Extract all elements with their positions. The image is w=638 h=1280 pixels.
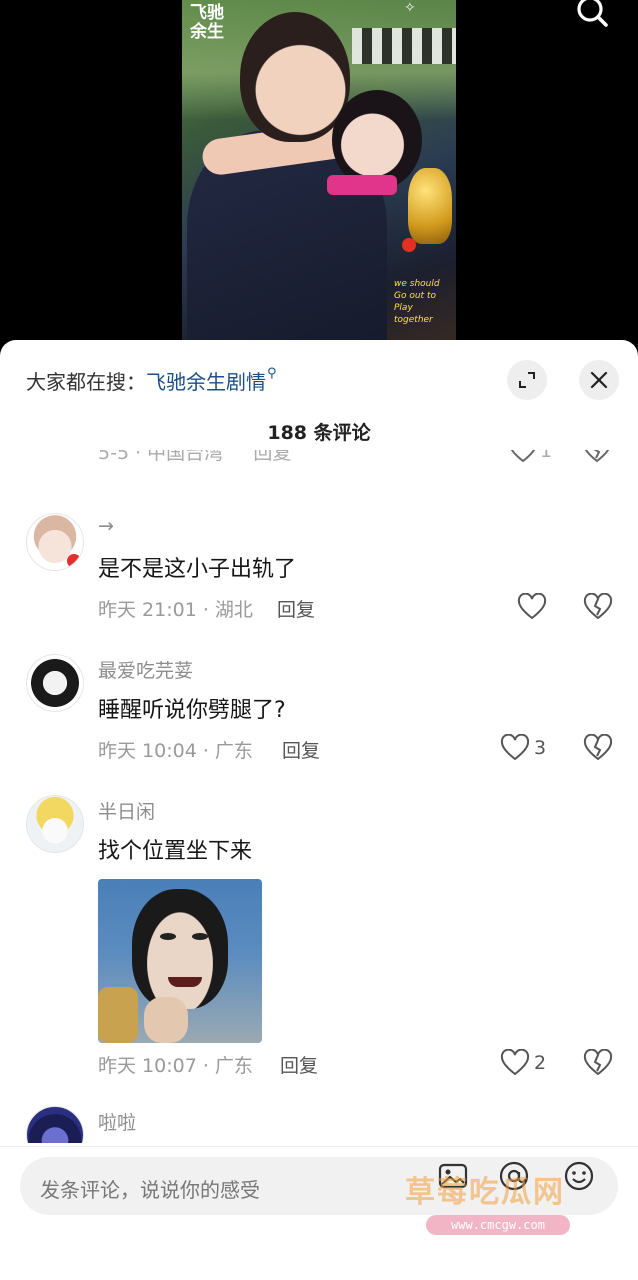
dislike-button[interactable] xyxy=(583,1048,613,1081)
comment-meta: 昨天 21:01 · 湖北 xyxy=(98,599,253,621)
like-button[interactable]: 3 xyxy=(500,734,546,762)
comment-text: 是不是这小子出轨了 xyxy=(98,557,297,582)
dislike-icon[interactable] xyxy=(582,450,612,468)
dislike-button[interactable] xyxy=(583,592,613,625)
comment-item[interactable]: → 是不是这小子出轨了 昨天 21:01 · 湖北 回复 xyxy=(0,513,638,633)
search-small-icon: ⚲ xyxy=(267,366,277,381)
like-count: 1 xyxy=(540,450,553,462)
comment-input-placeholder: 发条评论，说说你的感受 xyxy=(40,1178,260,1202)
checkered-flag xyxy=(352,28,456,64)
reply-button[interactable]: 回复 xyxy=(277,595,315,622)
comment-meta: 昨天 10:04 · 广东 xyxy=(98,740,253,762)
avatar[interactable] xyxy=(26,654,84,712)
video-player[interactable]: 飞驰余生 ✧ we should Go out to Play together xyxy=(0,0,638,350)
username[interactable]: 啦啦 xyxy=(98,1108,136,1135)
trophy xyxy=(408,168,452,244)
emoji-button[interactable] xyxy=(562,1159,596,1197)
show-logo: 飞驰余生 xyxy=(190,3,224,42)
avatar[interactable] xyxy=(26,795,84,853)
comment-count-title: 188 条评论 xyxy=(267,422,371,444)
like-count: 3 xyxy=(534,737,547,759)
comment-meta: 昨天 10:07 · 广东 xyxy=(98,1055,253,1077)
hot-search[interactable]: 大家都在搜：飞驰余生剧情⚲ xyxy=(26,366,277,395)
avatar[interactable] xyxy=(26,1106,84,1143)
comment-text: 找个位置坐下来 xyxy=(98,839,253,864)
username[interactable]: 最爱吃芫荽 xyxy=(98,656,193,683)
comment-sheet: 大家都在搜：飞驰余生剧情⚲ 188 条评论 5-5 · 中国台湾 回复 1 → … xyxy=(0,340,638,1280)
partial-meta-text: 5-5 · 中国台湾 回复 xyxy=(98,450,292,464)
sparkle-icon: ✧ xyxy=(404,0,416,16)
comment-item[interactable]: 半日闲 找个位置坐下来 昨天 10:07 · 广东 回复 2 xyxy=(0,795,638,1085)
actress-collar xyxy=(327,175,397,195)
like-icon[interactable]: 1 xyxy=(508,450,552,468)
trophy-ribbon xyxy=(402,238,416,252)
reply-button[interactable]: 回复 xyxy=(280,1051,318,1078)
like-icon xyxy=(500,1049,530,1076)
expand-button[interactable] xyxy=(507,360,547,400)
comment-sticker-image[interactable] xyxy=(98,879,262,1043)
hot-search-label: 大家都在搜： xyxy=(26,370,146,394)
comment-item[interactable]: 啦啦 xyxy=(0,1106,638,1143)
sheet-header: 大家都在搜：飞驰余生剧情⚲ xyxy=(0,340,638,420)
dislike-icon xyxy=(583,1048,613,1076)
search-button[interactable] xyxy=(571,0,613,30)
like-button[interactable]: 2 xyxy=(500,1049,546,1077)
comment-item[interactable]: 最爱吃芫荽 睡醒听说你劈腿了? 昨天 10:04 · 广东 回复 3 xyxy=(0,654,638,774)
dislike-button[interactable] xyxy=(583,733,613,766)
reply-button[interactable]: 回复 xyxy=(282,736,320,763)
like-count: 2 xyxy=(534,1052,547,1074)
watermark-text: 草莓吃瓜网 xyxy=(405,1175,565,1210)
partial-comment-meta: 5-5 · 中国台湾 回复 1 xyxy=(98,450,618,474)
username[interactable]: → xyxy=(98,515,114,537)
like-icon xyxy=(517,593,547,620)
watermark-url: www.cmcgw.com xyxy=(426,1215,570,1235)
actor-head xyxy=(240,12,350,142)
close-icon xyxy=(590,371,608,389)
avatar[interactable] xyxy=(26,513,84,571)
expand-icon xyxy=(519,372,535,388)
close-button[interactable] xyxy=(579,360,619,400)
comment-text: 睡醒听说你劈腿了? xyxy=(98,698,286,723)
dislike-icon xyxy=(583,733,613,761)
dislike-icon xyxy=(583,592,613,620)
video-frame[interactable]: 飞驰余生 ✧ we should Go out to Play together xyxy=(182,0,456,350)
emoji-icon xyxy=(564,1161,594,1191)
video-caption: we should Go out to Play together xyxy=(394,279,440,325)
search-icon xyxy=(577,0,608,27)
like-button[interactable] xyxy=(517,593,551,621)
comment-list[interactable]: 5-5 · 中国台湾 回复 1 → 是不是这小子出轨了 昨天 21:01 · 湖… xyxy=(0,450,638,1143)
hot-search-keyword[interactable]: 飞驰余生剧情 xyxy=(146,370,266,394)
comment-input-bar: 发条评论，说说你的感受 草莓吃瓜网 www.cmcgw.com xyxy=(0,1146,638,1280)
like-icon xyxy=(500,734,530,761)
username[interactable]: 半日闲 xyxy=(98,797,155,824)
avatar-badge xyxy=(67,554,81,568)
